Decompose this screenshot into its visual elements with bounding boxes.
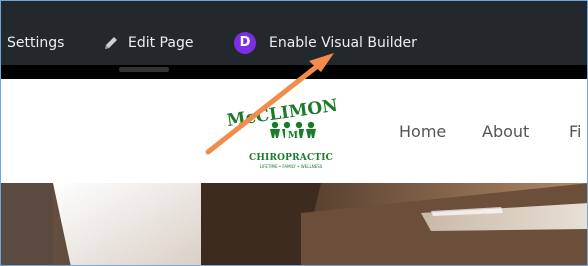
- wp-admin-bar: Settings Edit Page D Enable Visual Build…: [1, 1, 587, 65]
- divi-logo-icon: D: [234, 32, 256, 54]
- edit-page-label: Edit Page: [128, 35, 194, 51]
- settings-label: Settings: [7, 35, 65, 51]
- enable-visual-builder-link[interactable]: D Enable Visual Builder: [234, 32, 417, 54]
- nav-about[interactable]: About: [482, 122, 529, 141]
- pencil-icon: [105, 37, 117, 49]
- nav-fi[interactable]: Fi: [569, 122, 581, 141]
- blurred-text: [119, 67, 169, 72]
- nav-home[interactable]: Home: [399, 122, 446, 141]
- header-top-strip: [1, 65, 587, 79]
- site-logo[interactable]: McCLIMON M CHIROPRACTIC LIFETIME • FAMIL…: [223, 91, 363, 181]
- admin-settings-link[interactable]: Settings: [7, 33, 64, 53]
- svg-text:McCLIMON: McCLIMON: [226, 96, 339, 131]
- hero-image: [1, 183, 587, 265]
- edit-page-link[interactable]: Edit Page: [102, 33, 193, 53]
- enable-visual-builder-label: Enable Visual Builder: [269, 35, 417, 51]
- office-photo: [1, 183, 587, 265]
- screenshot-frame: Settings Edit Page D Enable Visual Build…: [0, 0, 588, 266]
- svg-text:M: M: [288, 131, 298, 141]
- logo-subtitle: CHIROPRACTIC: [248, 153, 334, 163]
- logo-tagline: LIFETIME • FAMILY • WELLNESS: [259, 164, 323, 169]
- mcclimon-wordmark-logo: McCLIMON M: [226, 96, 339, 141]
